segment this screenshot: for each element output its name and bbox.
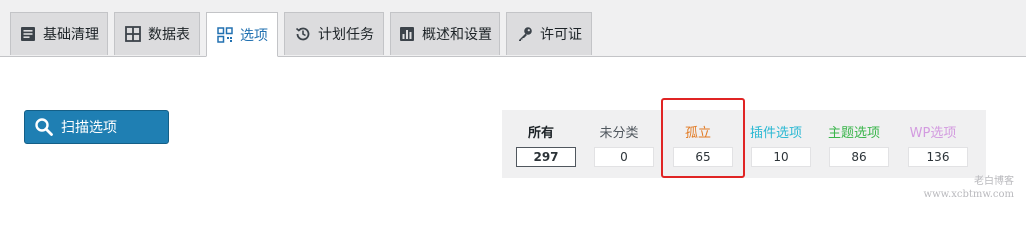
tab-label: 许可证 [540, 27, 582, 43]
tab-label: 选项 [240, 27, 268, 44]
stat-theme-options[interactable]: 主题选项 86 [815, 110, 893, 178]
stat-label: WP选项 [909, 126, 957, 141]
tab-tables[interactable]: 数据表 [114, 12, 200, 55]
stat-count[interactable]: 0 [594, 147, 654, 167]
tab-label: 基础清理 [43, 27, 99, 43]
highlight-box [661, 98, 745, 178]
tab-basic-cleanup[interactable]: 基础清理 [10, 12, 108, 55]
qr-grid-icon [216, 26, 234, 44]
stat-all[interactable]: 所有 297 [502, 110, 580, 178]
history-clock-icon [294, 25, 312, 43]
scan-options-button[interactable]: 扫描选项 [24, 110, 169, 144]
table-grid-icon [124, 25, 142, 43]
stat-label: 插件选项 [749, 126, 802, 141]
tab-bar: 基础清理 数据表 选项 计划任务 概述和设置 许可证 [0, 0, 1026, 57]
tab-label: 概述和设置 [422, 27, 492, 43]
search-icon [34, 117, 54, 137]
watermark-line-2: www.xcbtmw.com [923, 189, 1014, 200]
key-icon [516, 25, 534, 43]
watermark: 老白博客 www.xcbtmw.com [924, 175, 1014, 201]
chart-settings-icon [398, 25, 416, 43]
stat-count[interactable]: 136 [908, 147, 968, 167]
stat-wp-options[interactable]: WP选项 136 [894, 110, 972, 178]
tab-label: 计划任务 [318, 27, 374, 43]
stat-uncategorized[interactable]: 未分类 0 [580, 110, 658, 178]
stat-label: 主题选项 [827, 126, 880, 141]
stat-count[interactable]: 86 [829, 147, 889, 167]
document-lines-icon [19, 25, 37, 43]
tab-label: 数据表 [148, 27, 190, 43]
stat-count[interactable]: 10 [751, 147, 811, 167]
tab-license[interactable]: 许可证 [506, 12, 592, 55]
stat-label: 未分类 [599, 126, 639, 141]
watermark-line-1: 老白博客 [974, 176, 1014, 187]
tab-overview-settings[interactable]: 概述和设置 [390, 12, 500, 55]
tab-options[interactable]: 选项 [206, 12, 278, 57]
stat-label: 所有 [527, 126, 554, 141]
scan-options-label: 扫描选项 [61, 120, 117, 136]
stat-count[interactable]: 297 [516, 147, 576, 167]
stat-plugin-options[interactable]: 插件选项 10 [737, 110, 815, 178]
tab-scheduled-tasks[interactable]: 计划任务 [284, 12, 384, 55]
